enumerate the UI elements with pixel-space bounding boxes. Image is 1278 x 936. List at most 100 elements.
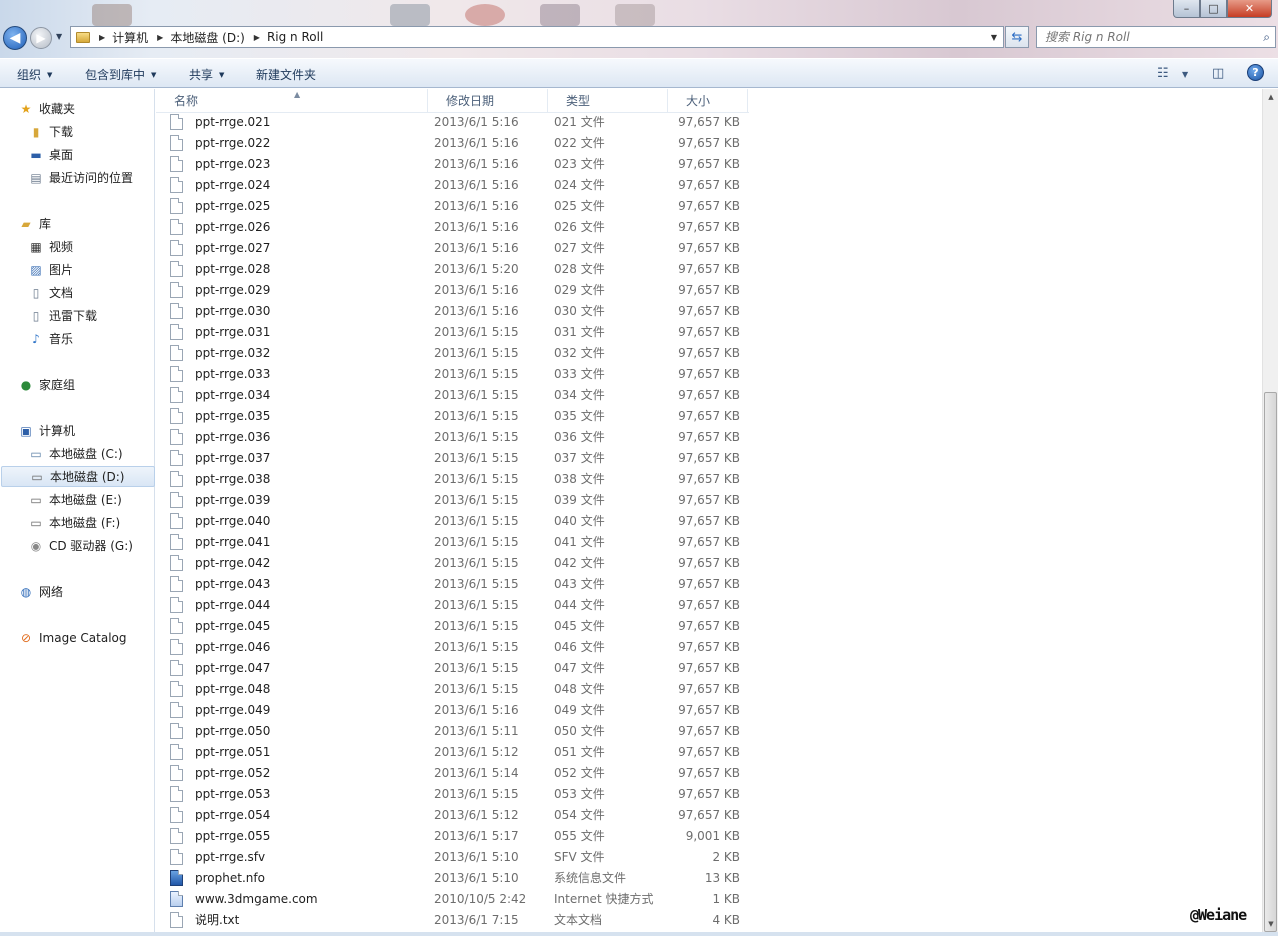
view-options-icon[interactable]: ☷ bbox=[1157, 66, 1169, 81]
refresh-button[interactable]: ⇆ bbox=[1005, 26, 1029, 48]
nav-favorites[interactable]: ★ 收藏夹 bbox=[18, 98, 173, 119]
back-button[interactable]: ◀ bbox=[3, 26, 27, 50]
help-icon[interactable]: ? bbox=[1247, 64, 1264, 81]
recent-pages-button[interactable]: ▼ bbox=[56, 32, 62, 41]
file-size: 97,657 KB bbox=[678, 702, 740, 717]
vertical-scrollbar[interactable]: ▲ ▼ bbox=[1262, 89, 1278, 932]
file-row[interactable]: ppt-rrge.023 2013/6/1 5:16 023 文件 97,657 KB bbox=[170, 153, 750, 174]
file-row[interactable]: ppt-rrge.021 2013/6/1 5:16 021 文件 97,657 KB bbox=[170, 111, 750, 132]
view-dropdown-icon[interactable]: ▼ bbox=[1182, 70, 1188, 79]
forward-button[interactable]: ▶ bbox=[30, 27, 52, 49]
forward-arrow-icon: ▶ bbox=[36, 31, 46, 45]
file-row[interactable]: ppt-rrge.031 2013/6/1 5:15 031 文件 97,657 KB bbox=[170, 321, 750, 342]
file-size: 1 KB bbox=[712, 891, 740, 906]
file-row[interactable]: ppt-rrge.032 2013/6/1 5:15 032 文件 97,657 KB bbox=[170, 342, 750, 363]
column-header-size[interactable]: 大小 bbox=[668, 89, 748, 113]
file-row[interactable]: ppt-rrge.024 2013/6/1 5:16 024 文件 97,657 KB bbox=[170, 174, 750, 195]
file-name: ppt-rrge.037 bbox=[195, 450, 271, 465]
search-input[interactable] bbox=[1045, 30, 1245, 44]
nav-drive-d[interactable]: ▭ 本地磁盘 (D:) bbox=[1, 466, 155, 487]
file-row[interactable]: 说明.txt 2013/6/1 7:15 文本文档 4 KB bbox=[170, 909, 750, 930]
nav-computer[interactable]: ▣ 计算机 bbox=[18, 420, 173, 441]
background-decoration bbox=[615, 4, 655, 26]
breadcrumb-computer[interactable]: 计算机 bbox=[112, 29, 148, 46]
file-row[interactable]: ppt-rrge.038 2013/6/1 5:15 038 文件 97,657 KB bbox=[170, 468, 750, 489]
search-icon[interactable]: ⌕ bbox=[1263, 30, 1270, 45]
file-row[interactable]: ppt-rrge.030 2013/6/1 5:16 030 文件 97,657 KB bbox=[170, 300, 750, 321]
file-size: 97,657 KB bbox=[678, 135, 740, 150]
breadcrumb-arrow-icon[interactable]: ▶ bbox=[157, 33, 163, 42]
scroll-down-icon[interactable]: ▼ bbox=[1263, 916, 1278, 932]
file-name: ppt-rrge.sfv bbox=[195, 849, 266, 864]
scroll-up-icon[interactable]: ▲ bbox=[1263, 89, 1278, 105]
file-date: 2013/6/1 5:15 bbox=[434, 492, 519, 507]
file-row[interactable]: ppt-rrge.025 2013/6/1 5:16 025 文件 97,657 KB bbox=[170, 195, 750, 216]
file-row[interactable]: ppt-rrge.046 2013/6/1 5:15 046 文件 97,657 KB bbox=[170, 636, 750, 657]
file-row[interactable]: ppt-rrge.050 2013/6/1 5:11 050 文件 97,657 KB bbox=[170, 720, 750, 741]
search-box[interactable]: ⌕ bbox=[1036, 26, 1276, 48]
file-row[interactable]: ppt-rrge.033 2013/6/1 5:15 033 文件 97,657 KB bbox=[170, 363, 750, 384]
file-row[interactable]: ppt-rrge.sfv 2013/6/1 5:10 SFV 文件 2 KB bbox=[170, 846, 750, 867]
file-row[interactable]: ppt-rrge.042 2013/6/1 5:15 042 文件 97,657 KB bbox=[170, 552, 750, 573]
new-folder-button[interactable]: 新建文件夹 bbox=[256, 66, 316, 83]
column-header-type[interactable]: 类型 bbox=[548, 89, 668, 113]
preview-pane-icon[interactable]: ◫ bbox=[1212, 66, 1224, 81]
include-library-button[interactable]: 包含到库中 ▼ bbox=[85, 66, 156, 83]
file-row[interactable]: ppt-rrge.043 2013/6/1 5:15 043 文件 97,657 KB bbox=[170, 573, 750, 594]
address-dropdown-icon[interactable]: ▼ bbox=[987, 27, 1001, 47]
file-row[interactable]: prophet.nfo 2013/6/1 5:10 系统信息文件 13 KB bbox=[170, 867, 750, 888]
scroll-thumb[interactable] bbox=[1264, 392, 1277, 932]
file-row[interactable]: ppt-rrge.026 2013/6/1 5:16 026 文件 97,657 KB bbox=[170, 216, 750, 237]
nav-network[interactable]: ◍ 网络 bbox=[18, 581, 173, 602]
minimize-button[interactable]: – bbox=[1173, 0, 1200, 18]
nav-libraries[interactable]: ▰ 库 bbox=[18, 213, 173, 234]
file-row[interactable]: ppt-rrge.047 2013/6/1 5:15 047 文件 97,657 KB bbox=[170, 657, 750, 678]
column-header-name[interactable]: 名称 ▲ bbox=[156, 89, 428, 113]
address-bar[interactable]: ▶ 计算机 ▶ 本地磁盘 (D:) ▶ Rig n Roll ▼ bbox=[70, 26, 1004, 48]
file-type: 026 文件 bbox=[554, 220, 605, 234]
file-date: 2013/6/1 5:16 bbox=[434, 702, 519, 717]
file-row[interactable]: ppt-rrge.048 2013/6/1 5:15 048 文件 97,657 KB bbox=[170, 678, 750, 699]
file-row[interactable]: www.3dmgame.com 2010/10/5 2:42 Internet 快捷… bbox=[170, 888, 750, 909]
breadcrumb-drive-d[interactable]: 本地磁盘 (D:) bbox=[170, 29, 244, 46]
nav-label: 家庭组 bbox=[39, 378, 76, 392]
breadcrumb-arrow-icon[interactable]: ▶ bbox=[99, 33, 105, 42]
organize-button[interactable]: 组织 ▼ bbox=[17, 66, 52, 83]
file-row[interactable]: ppt-rrge.055 2013/6/1 5:17 055 文件 9,001 KB bbox=[170, 825, 750, 846]
nav-image-catalog[interactable]: ⊘ Image Catalog bbox=[18, 627, 173, 648]
file-name: ppt-rrge.043 bbox=[195, 576, 271, 591]
file-row[interactable]: ppt-rrge.052 2013/6/1 5:14 052 文件 97,657 KB bbox=[170, 762, 750, 783]
file-row[interactable]: ppt-rrge.027 2013/6/1 5:16 027 文件 97,657 KB bbox=[170, 237, 750, 258]
file-row[interactable]: ppt-rrge.039 2013/6/1 5:15 039 文件 97,657 KB bbox=[170, 489, 750, 510]
column-header-date[interactable]: 修改日期 bbox=[428, 89, 548, 113]
file-row[interactable]: ppt-rrge.036 2013/6/1 5:15 036 文件 97,657 KB bbox=[170, 426, 750, 447]
file-row[interactable]: ppt-rrge.044 2013/6/1 5:15 044 文件 97,657 KB bbox=[170, 594, 750, 615]
file-row[interactable]: ppt-rrge.045 2013/6/1 5:15 045 文件 97,657 KB bbox=[170, 615, 750, 636]
nav-label: 音乐 bbox=[49, 332, 74, 346]
back-arrow-icon: ◀ bbox=[9, 30, 21, 46]
file-row[interactable]: ppt-rrge.034 2013/6/1 5:15 034 文件 97,657 KB bbox=[170, 384, 750, 405]
file-row[interactable]: ppt-rrge.022 2013/6/1 5:16 022 文件 97,657 KB bbox=[170, 132, 750, 153]
file-icon bbox=[170, 155, 183, 172]
file-row[interactable]: ppt-rrge.028 2013/6/1 5:20 028 文件 97,657 KB bbox=[170, 258, 750, 279]
close-button[interactable]: ✕ bbox=[1227, 0, 1272, 18]
file-row[interactable]: ppt-rrge.037 2013/6/1 5:15 037 文件 97,657 KB bbox=[170, 447, 750, 468]
file-name: ppt-rrge.045 bbox=[195, 618, 271, 633]
network-icon: ◍ bbox=[20, 584, 32, 599]
breadcrumb-arrow-icon[interactable]: ▶ bbox=[254, 33, 260, 42]
file-row[interactable]: ppt-rrge.029 2013/6/1 5:16 029 文件 97,657 KB bbox=[170, 279, 750, 300]
nav-homegroup[interactable]: ● 家庭组 bbox=[18, 374, 173, 395]
breadcrumb-folder[interactable]: Rig n Roll bbox=[267, 30, 323, 44]
file-row[interactable]: ppt-rrge.053 2013/6/1 5:15 053 文件 97,657 KB bbox=[170, 783, 750, 804]
file-row[interactable]: ppt-rrge.051 2013/6/1 5:12 051 文件 97,657 KB bbox=[170, 741, 750, 762]
file-row[interactable]: ppt-rrge.054 2013/6/1 5:12 054 文件 97,657 KB bbox=[170, 804, 750, 825]
file-row[interactable]: ppt-rrge.049 2013/6/1 5:16 049 文件 97,657 KB bbox=[170, 699, 750, 720]
maximize-button[interactable]: □ bbox=[1200, 0, 1227, 18]
share-button[interactable]: 共享 ▼ bbox=[189, 66, 224, 83]
file-row[interactable]: ppt-rrge.041 2013/6/1 5:15 041 文件 97,657 KB bbox=[170, 531, 750, 552]
file-row[interactable]: ppt-rrge.040 2013/6/1 5:15 040 文件 97,657 KB bbox=[170, 510, 750, 531]
file-row[interactable]: ppt-rrge.035 2013/6/1 5:15 035 文件 97,657 KB bbox=[170, 405, 750, 426]
file-type: 053 文件 bbox=[554, 787, 605, 801]
file-type: 050 文件 bbox=[554, 724, 605, 738]
file-date: 2013/6/1 5:15 bbox=[434, 513, 519, 528]
